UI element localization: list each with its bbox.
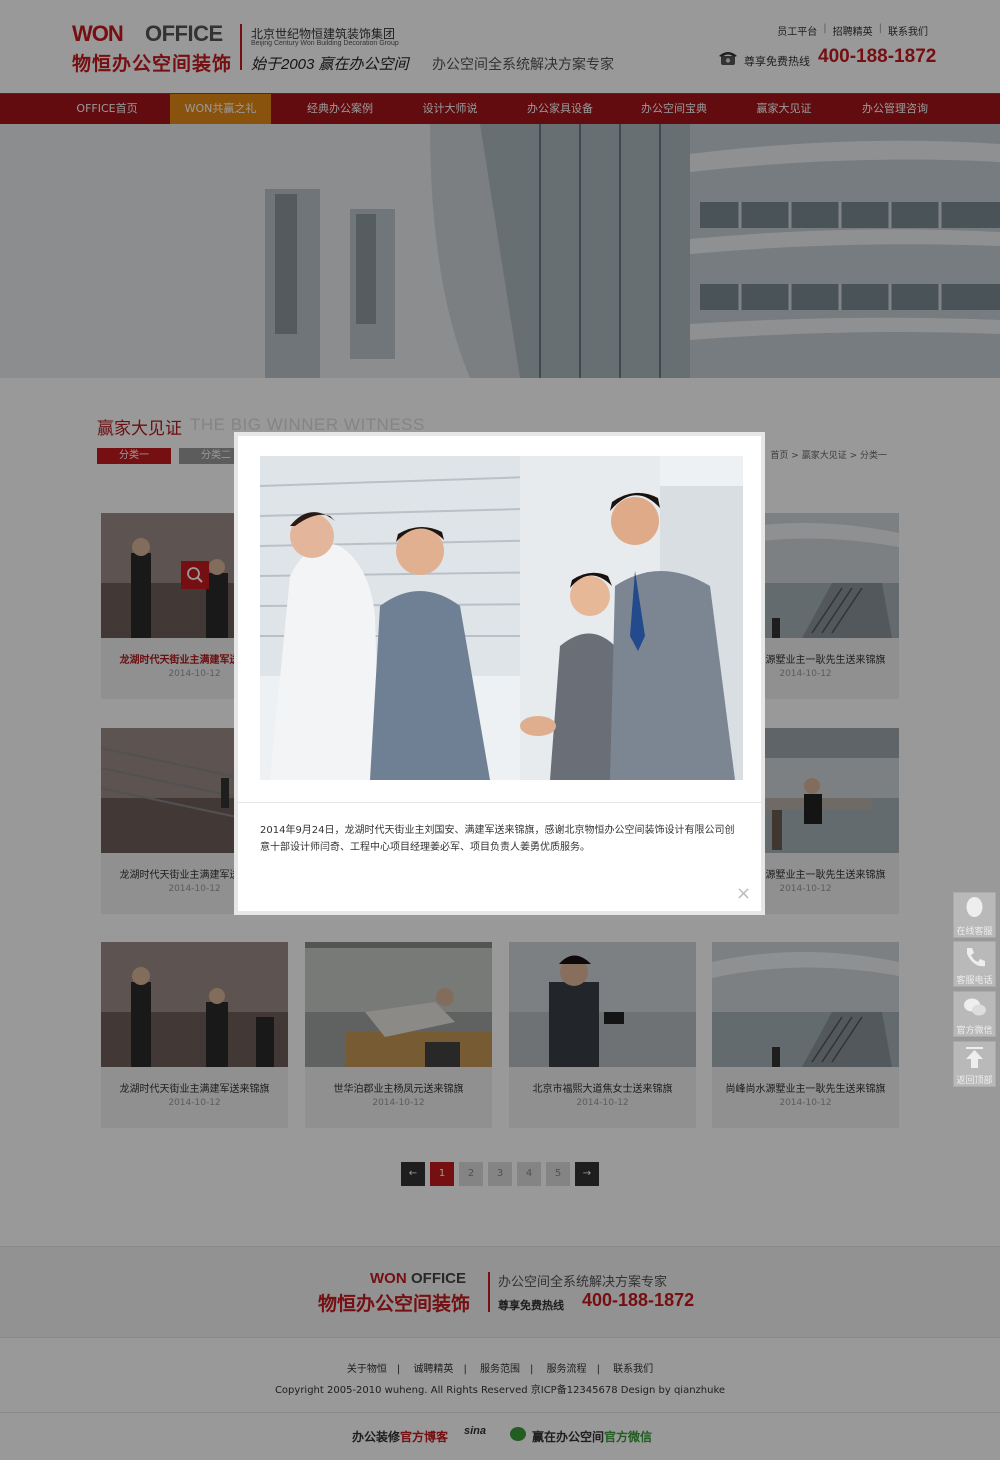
- side-online-service[interactable]: 在线客服: [953, 892, 996, 938]
- side-service-phone[interactable]: 客服电话: [953, 941, 996, 987]
- wechat-icon: [964, 998, 986, 1016]
- qq-icon: [966, 897, 983, 917]
- side-wechat[interactable]: 官方微信: [953, 991, 996, 1037]
- arrow-up-icon: [966, 1047, 983, 1068]
- modal-caption: 2014年9月24日，龙湖时代天街业主刘国安、满建军送来锦旗，感谢北京物恒办公空…: [260, 825, 735, 853]
- witness-modal: 2014年9月24日，龙湖时代天街业主刘国安、满建军送来锦旗，感谢北京物恒办公空…: [234, 432, 765, 915]
- phone-icon: [967, 948, 985, 967]
- handshake-photo: [260, 456, 743, 780]
- side-back-to-top[interactable]: 返回顶部: [953, 1041, 996, 1087]
- modal-divider: [238, 802, 761, 803]
- close-icon[interactable]: ×: [736, 885, 751, 903]
